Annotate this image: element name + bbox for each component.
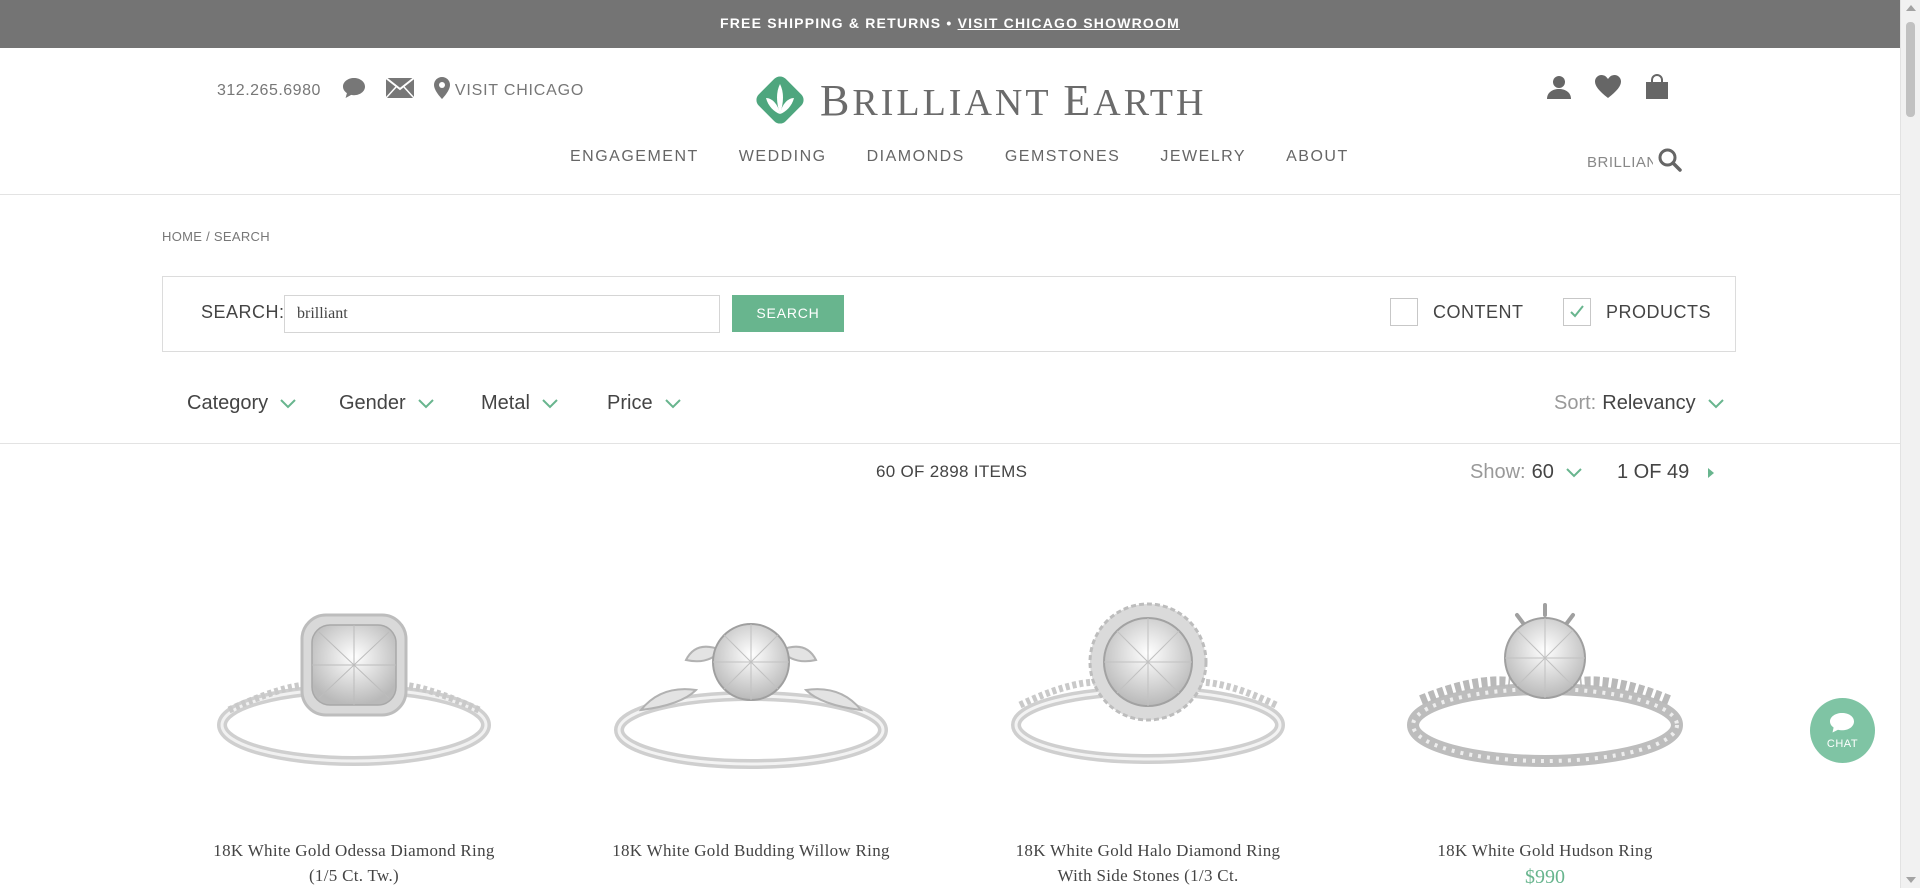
nav-diamonds[interactable]: DIAMONDS	[867, 148, 965, 166]
shopping-bag-icon[interactable]	[1644, 74, 1670, 105]
products-checkbox[interactable]	[1563, 298, 1591, 326]
product-title[interactable]: 18K White Gold Halo Diamond Ring With Si…	[998, 838, 1298, 888]
filter-gender-label: Gender	[339, 392, 406, 414]
visit-showroom-link[interactable]: VISIT CHICAGO SHOWROOM	[958, 15, 1180, 31]
breadcrumb[interactable]: HOME / SEARCH	[162, 229, 270, 244]
promo-text: FREE SHIPPING & RETURNS •	[720, 15, 953, 31]
search-button[interactable]: SEARCH	[732, 295, 844, 332]
hudson-ring-image[interactable]	[1395, 590, 1695, 800]
chat-widget-button[interactable]: CHAT	[1810, 698, 1875, 763]
products-label: PRODUCTS	[1606, 301, 1712, 322]
visit-chicago-link[interactable]: VISIT CHICAGO	[455, 82, 584, 100]
product-card[interactable]: 18K White Gold Budding Willow Ring	[601, 590, 901, 860]
pagination: 1 OF 49	[1617, 461, 1717, 484]
account-icons	[1546, 74, 1670, 105]
brand-name: BRILLIANT EARTH	[820, 75, 1207, 125]
nav-wedding[interactable]: WEDDING	[739, 148, 827, 166]
promo-bar: FREE SHIPPING & RETURNS • VISIT CHICAGO …	[0, 0, 1900, 48]
product-card[interactable]: 18K White Gold Halo Diamond Ring With Si…	[998, 590, 1298, 885]
user-icon[interactable]	[1546, 74, 1572, 105]
nav-jewelry[interactable]: JEWELRY	[1160, 148, 1246, 166]
product-price: $990	[1525, 866, 1565, 888]
chat-bubble-icon[interactable]	[341, 76, 367, 105]
chevron-down-icon	[542, 398, 558, 408]
budding-willow-ring-image[interactable]	[601, 590, 901, 800]
show-per-page[interactable]: Show: 60	[1470, 461, 1582, 484]
product-card[interactable]: 18K White Gold Odessa Diamond Ring (1/5 …	[204, 590, 504, 885]
search-label: SEARCH:	[201, 302, 285, 322]
next-page-arrow-icon[interactable]	[1705, 466, 1717, 480]
header-search-input[interactable]	[1587, 154, 1653, 171]
chat-label: CHAT	[1826, 738, 1859, 750]
heart-icon[interactable]	[1594, 74, 1622, 105]
search-input[interactable]	[284, 295, 720, 333]
brilliant-earth-logo-icon	[756, 76, 804, 124]
sort-value: Relevancy	[1602, 392, 1696, 414]
filter-metal-label: Metal	[481, 392, 530, 414]
chevron-down-icon	[664, 398, 681, 408]
main-nav: ENGAGEMENT WEDDING DIAMONDS GEMSTONES JE…	[570, 148, 1349, 166]
filter-category-label: Category	[187, 392, 269, 414]
product-card[interactable]: 18K White Gold Hudson Ring $990	[1395, 590, 1695, 888]
show-value: 60	[1531, 461, 1554, 483]
product-title[interactable]: 18K White Gold Odessa Diamond Ring (1/5 …	[204, 838, 504, 888]
scrollbar-thumb[interactable]	[1906, 22, 1915, 117]
sort-dropdown[interactable]: Sort: Relevancy	[1554, 392, 1724, 415]
products-filter[interactable]: PRODUCTS	[1563, 298, 1711, 326]
site-header: 312.265.6980 VISIT CHICAGO BRILLIANT EAR…	[0, 48, 1900, 195]
header-search	[1587, 147, 1683, 178]
location-pin-icon[interactable]	[433, 76, 451, 105]
search-panel: SEARCH: SEARCH CONTENT PRODUCTS	[162, 276, 1736, 352]
chevron-down-icon	[1707, 398, 1724, 408]
chevron-down-icon	[418, 398, 434, 408]
content-checkbox[interactable]	[1390, 298, 1418, 326]
content-label: CONTENT	[1433, 301, 1524, 322]
chat-bubble-icon	[1830, 713, 1854, 733]
product-title[interactable]: 18K White Gold Hudson Ring	[1395, 838, 1695, 863]
brand-logo[interactable]: BRILLIANT EARTH	[752, 72, 1206, 128]
product-title[interactable]: 18K White Gold Budding Willow Ring	[601, 838, 901, 863]
filter-bar: Category Gender Metal Price Sort: Releva…	[0, 370, 1900, 444]
checkmark-icon	[1570, 305, 1584, 318]
nav-gemstones[interactable]: GEMSTONES	[1005, 148, 1120, 166]
show-label: Show:	[1470, 461, 1526, 483]
halo-diamond-ring-image[interactable]	[998, 590, 1298, 800]
phone-number[interactable]: 312.265.6980	[217, 82, 321, 100]
chevron-down-icon	[1566, 467, 1582, 477]
chevron-down-icon	[280, 398, 296, 408]
page-indicator: 1 OF 49	[1617, 461, 1690, 483]
email-icon[interactable]	[385, 77, 415, 104]
scrollbar[interactable]	[1900, 0, 1920, 888]
content-filter[interactable]: CONTENT	[1390, 298, 1524, 326]
sort-label: Sort:	[1554, 392, 1597, 414]
filter-category[interactable]: Category	[187, 392, 296, 415]
nav-engagement[interactable]: ENGAGEMENT	[570, 148, 699, 166]
nav-about[interactable]: ABOUT	[1286, 148, 1349, 166]
scroll-down-arrow[interactable]	[1906, 877, 1916, 883]
search-icon[interactable]	[1657, 147, 1683, 178]
filter-price-label: Price	[607, 392, 653, 414]
results-count: 60 OF 2898 ITEMS	[876, 462, 1028, 481]
filter-price[interactable]: Price	[607, 392, 681, 415]
contact-bar: 312.265.6980 VISIT CHICAGO	[217, 76, 584, 105]
filter-gender[interactable]: Gender	[339, 392, 434, 415]
odessa-ring-image[interactable]	[204, 590, 504, 800]
scroll-up-arrow[interactable]	[1906, 5, 1916, 11]
filter-metal[interactable]: Metal	[481, 392, 558, 415]
